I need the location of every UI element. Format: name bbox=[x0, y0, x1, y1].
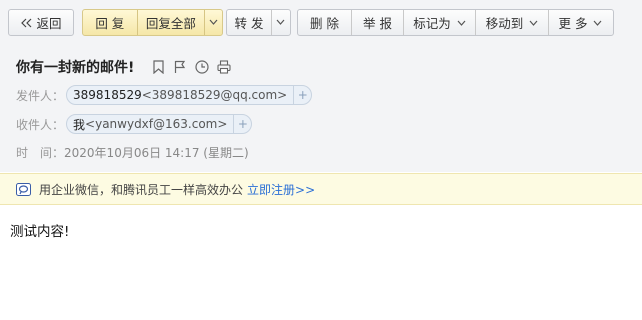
reply-all-button[interactable]: 回复全部 bbox=[136, 10, 205, 35]
clock-icon[interactable] bbox=[194, 59, 210, 75]
add-contact-icon[interactable]: + bbox=[233, 115, 251, 133]
forward-label: 转 发 bbox=[234, 16, 264, 31]
forward-dropdown-button[interactable] bbox=[271, 10, 289, 35]
wework-icon bbox=[16, 182, 31, 196]
more-button[interactable]: 更 多 bbox=[548, 10, 612, 35]
reply-all-label: 回复全部 bbox=[145, 16, 196, 31]
recipient-name: 我 bbox=[73, 117, 86, 132]
chevron-down-icon bbox=[276, 18, 285, 28]
time-label: 时 间： bbox=[16, 145, 65, 160]
back-button[interactable]: 返回 bbox=[8, 9, 74, 36]
sender-chip[interactable]: 389818529 <389818529@qq.com> + bbox=[66, 85, 313, 105]
report-button[interactable]: 举 报 bbox=[351, 10, 403, 35]
move-to-label: 移动到 bbox=[485, 16, 524, 31]
mark-as-button[interactable]: 标记为 bbox=[403, 10, 475, 35]
chevron-down-icon bbox=[457, 20, 466, 26]
promo-text: 用企业微信，和腾讯员工一样高效办公 bbox=[39, 182, 244, 197]
sender-address: <389818529@qq.com> bbox=[141, 88, 288, 102]
sender-name: 389818529 bbox=[73, 88, 142, 102]
subject-row: 你有一封新的邮件! bbox=[16, 57, 232, 77]
bookmark-icon[interactable] bbox=[150, 59, 166, 75]
chevron-down-icon bbox=[529, 20, 538, 26]
back-label: 返回 bbox=[36, 16, 62, 31]
promo-banner: 用企业微信，和腾讯员工一样高效办公 立即注册>> bbox=[0, 173, 642, 205]
reply-dropdown-button[interactable] bbox=[204, 10, 222, 35]
more-label: 更 多 bbox=[558, 16, 588, 31]
mail-body: 测试内容! bbox=[10, 224, 70, 240]
recipient-chip[interactable]: 我 <yanwydxf@163.com> + bbox=[66, 114, 253, 134]
forward-button-group: 转 发 bbox=[226, 9, 291, 36]
chevron-down-icon bbox=[593, 20, 602, 26]
report-label: 举 报 bbox=[363, 16, 392, 31]
print-icon[interactable] bbox=[216, 59, 232, 75]
forward-button[interactable]: 转 发 bbox=[227, 10, 271, 35]
mark-as-label: 标记为 bbox=[413, 16, 451, 31]
action-button-group: 删 除 举 报 标记为 移动到 更 多 bbox=[297, 9, 614, 36]
add-contact-icon[interactable]: + bbox=[293, 86, 311, 104]
sender-row: 发件人： 389818529 <389818529@qq.com> + bbox=[16, 84, 313, 106]
delete-button[interactable]: 删 除 bbox=[298, 10, 351, 35]
sender-label: 发件人： bbox=[16, 88, 65, 103]
move-to-button[interactable]: 移动到 bbox=[475, 10, 548, 35]
flag-icon[interactable] bbox=[172, 59, 188, 75]
register-link[interactable]: 立即注册>> bbox=[247, 181, 315, 198]
mail-header: 返回 回 复 回复全部 转 发 删 除 举 报 标记为 移动到 更 多 你有一封… bbox=[0, 0, 642, 172]
time-value: 2020年10月06日 14:17 (星期二) bbox=[64, 145, 249, 160]
reply-label: 回 复 bbox=[95, 16, 125, 31]
chevron-down-icon bbox=[209, 18, 218, 28]
recipient-address: <yanwydxf@163.com> bbox=[85, 117, 228, 131]
time-row: 时 间： 2020年10月06日 14:17 (星期二) bbox=[16, 141, 249, 163]
mail-subject: 你有一封新的邮件! bbox=[16, 60, 135, 76]
recipient-row: 收件人： 我 <yanwydxf@163.com> + bbox=[16, 113, 253, 135]
double-chevron-left-icon bbox=[20, 18, 32, 28]
reply-button[interactable]: 回 复 bbox=[83, 10, 137, 35]
recipient-label: 收件人： bbox=[16, 117, 65, 132]
reply-button-group: 回 复 回复全部 bbox=[82, 9, 223, 36]
toolbar: 返回 回 复 回复全部 转 发 删 除 举 报 标记为 移动到 更 多 bbox=[0, 9, 642, 36]
delete-label: 删 除 bbox=[310, 16, 339, 31]
